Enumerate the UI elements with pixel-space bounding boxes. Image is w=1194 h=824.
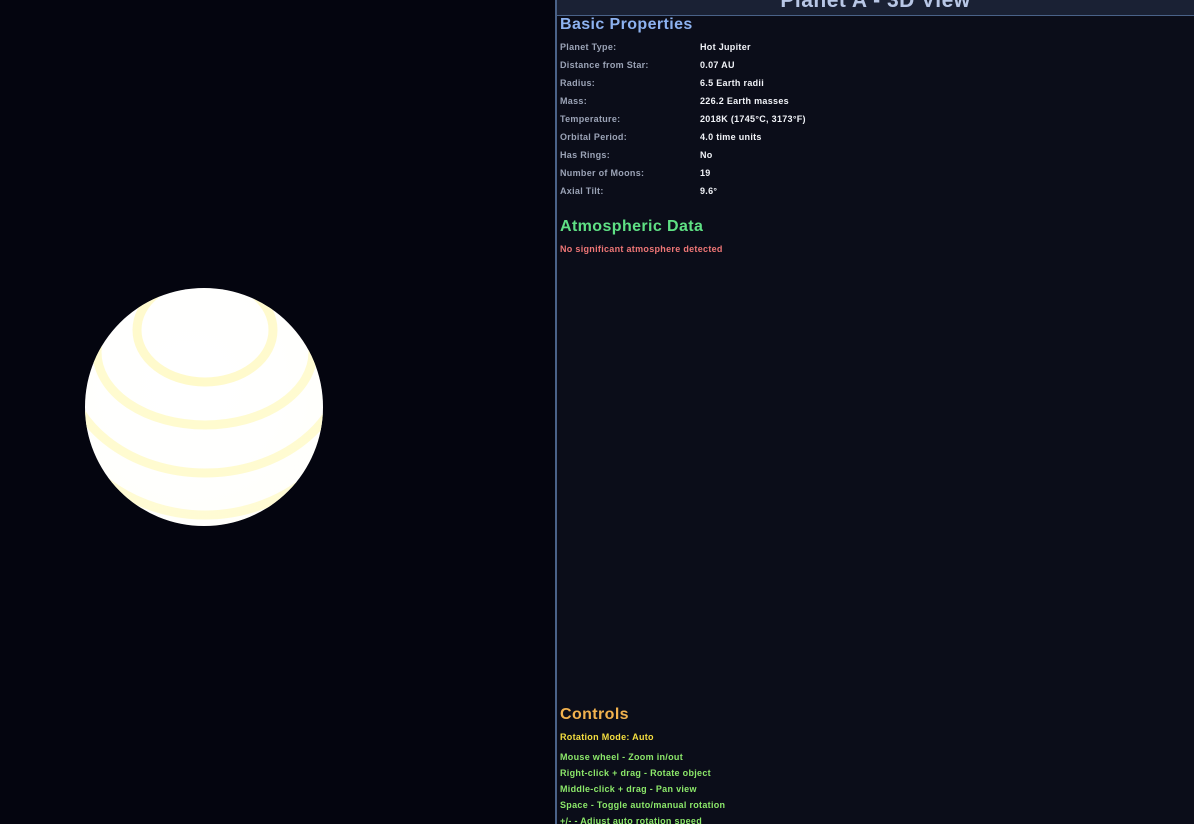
property-value: 226.2 Earth masses xyxy=(700,96,789,106)
basic-properties-heading: Basic Properties xyxy=(560,16,693,33)
property-label: Radius: xyxy=(560,78,596,88)
property-value: 6.5 Earth radii xyxy=(700,78,765,88)
planet-shading xyxy=(85,288,323,526)
control-hint-zoom: Mouse wheel - Zoom in/out xyxy=(560,752,683,762)
property-label: Axial Tilt: xyxy=(560,186,604,196)
property-label: Number of Moons: xyxy=(560,168,645,178)
property-value: Hot Jupiter xyxy=(700,42,751,52)
control-hint-rotate: Right-click + drag - Rotate object xyxy=(560,768,711,778)
panel-title-bar: Planet A - 3D View xyxy=(557,0,1194,16)
planet-render[interactable] xyxy=(0,0,555,824)
property-label: Mass: xyxy=(560,96,588,106)
property-value: 0.07 AU xyxy=(700,60,735,70)
controls-heading: Controls xyxy=(560,706,629,723)
panel-title: Planet A - 3D View xyxy=(780,0,971,12)
property-label: Distance from Star: xyxy=(560,60,649,70)
3d-viewport[interactable] xyxy=(0,0,555,824)
info-panel: Planet A - 3D View Basic Properties Plan… xyxy=(555,0,1194,824)
control-hint-toggle-rotation: Space - Toggle auto/manual rotation xyxy=(560,800,726,810)
property-value: 19 xyxy=(700,168,711,178)
property-value: No xyxy=(700,150,713,160)
property-label: Orbital Period: xyxy=(560,132,628,142)
rotation-mode-status: Rotation Mode: Auto xyxy=(560,732,654,742)
property-label: Has Rings: xyxy=(560,150,611,160)
control-hint-pan: Middle-click + drag - Pan view xyxy=(560,784,697,794)
property-value: 2018K (1745°C, 3173°F) xyxy=(700,114,806,124)
atmosphere-status: No significant atmosphere detected xyxy=(560,244,723,254)
property-label: Planet Type: xyxy=(560,42,617,52)
atmospheric-data-heading: Atmospheric Data xyxy=(560,218,704,235)
property-label: Temperature: xyxy=(560,114,621,124)
property-value: 4.0 time units xyxy=(700,132,762,142)
control-hint-rotation-speed: +/- - Adjust auto rotation speed xyxy=(560,816,703,824)
property-value: 9.6° xyxy=(700,186,718,196)
